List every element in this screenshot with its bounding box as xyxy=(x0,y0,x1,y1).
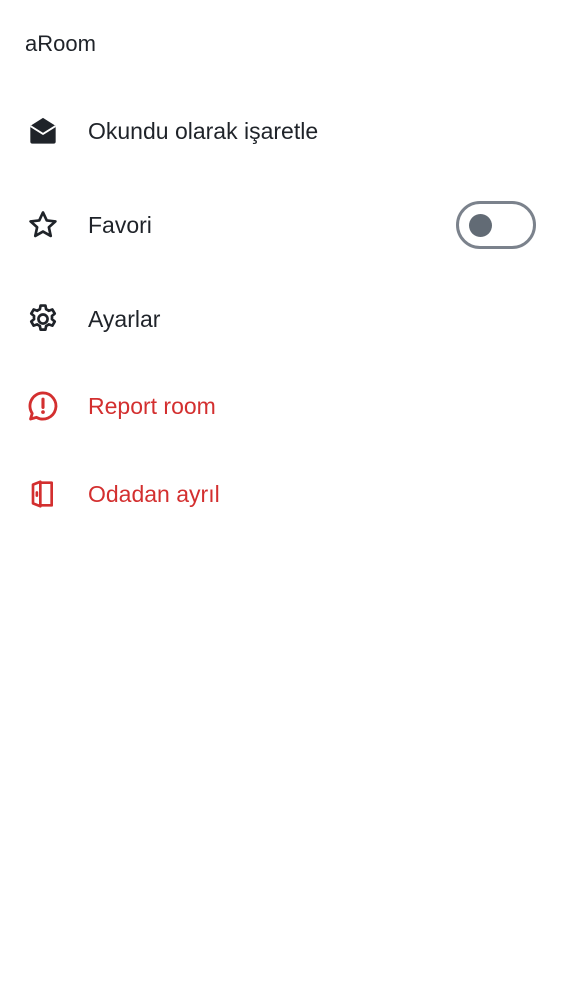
door-exit-icon xyxy=(26,477,60,511)
menu-item-label: Report room xyxy=(88,393,216,419)
gear-icon xyxy=(26,302,60,336)
room-title: aRoom xyxy=(25,31,96,56)
toggle-knob xyxy=(469,214,492,237)
menu-item-mark-read[interactable]: Okundu olarak işaretle xyxy=(0,99,562,163)
menu-item-label: Okundu olarak işaretle xyxy=(88,118,319,144)
menu-item-report-room[interactable]: Report room xyxy=(0,374,562,438)
envelope-open-icon xyxy=(26,114,60,148)
room-actions-sheet: aRoom Okundu olarak işaretle Favori Ayar… xyxy=(0,0,562,1000)
favorite-toggle[interactable] xyxy=(456,201,536,249)
star-outline-icon xyxy=(26,208,60,242)
menu-item-label: Favori xyxy=(88,212,152,238)
menu-item-favorite[interactable]: Favori xyxy=(0,193,562,257)
alert-bubble-icon xyxy=(26,389,60,423)
menu-item-settings[interactable]: Ayarlar xyxy=(0,287,562,351)
menu-item-label: Odadan ayrıl xyxy=(88,481,220,507)
menu-item-label: Ayarlar xyxy=(88,306,161,332)
menu-item-leave-room[interactable]: Odadan ayrıl xyxy=(0,462,562,526)
